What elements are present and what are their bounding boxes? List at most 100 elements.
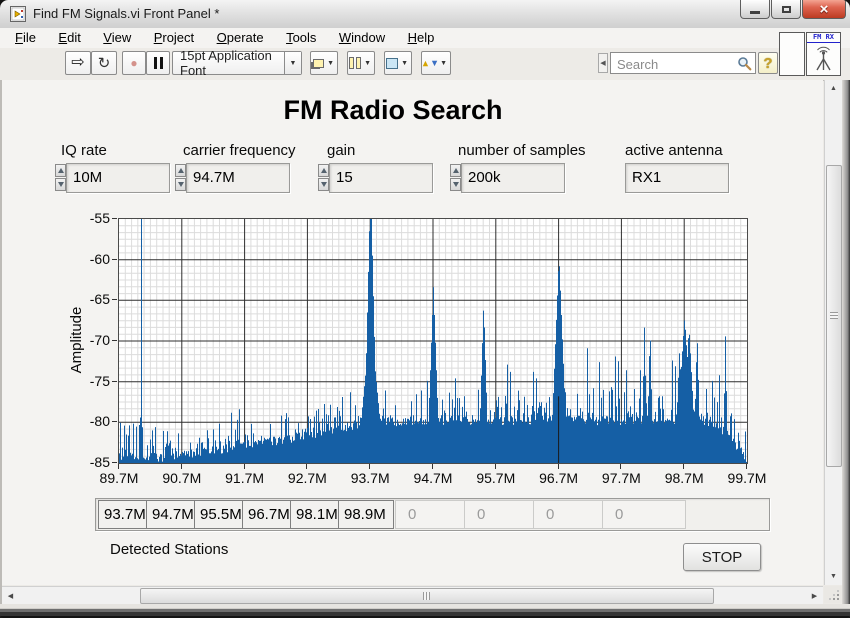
x-axis-tick-label: 97.7M <box>593 470 649 486</box>
fm-rx-antenna-icon <box>807 43 840 73</box>
decrement-button[interactable] <box>55 178 66 191</box>
decrement-button[interactable] <box>450 178 461 191</box>
x-axis-tick <box>683 464 684 469</box>
station-cell[interactable]: 98.9M <box>338 500 394 529</box>
menubar: File Edit View Project Operate Tools Win… <box>0 28 850 49</box>
x-axis-tick <box>118 464 119 469</box>
menu-item-edit[interactable]: Edit <box>49 28 89 48</box>
close-icon: × <box>820 2 829 17</box>
increment-button[interactable] <box>175 164 186 177</box>
menu-item-project[interactable]: Project <box>145 28 203 48</box>
number-of-samples-spinner <box>450 164 461 192</box>
vertical-scrollbar[interactable]: ▲ ▼ <box>824 80 842 585</box>
x-axis-tick <box>244 464 245 469</box>
page-title: FM Radio Search <box>2 95 784 126</box>
help-button[interactable]: ? <box>758 52 778 74</box>
scrollbar-grip <box>830 312 838 319</box>
menu-item-operate[interactable]: Operate <box>208 28 273 48</box>
spectrum-graph[interactable] <box>118 218 748 464</box>
titlebar[interactable]: Find FM Signals.vi Front Panel * × <box>0 0 850 29</box>
scroll-right-button[interactable]: ▶ <box>806 587 823 604</box>
search-icon[interactable] <box>737 56 752 76</box>
decrement-button[interactable] <box>175 178 186 191</box>
vertical-scrollbar-thumb[interactable] <box>826 165 842 467</box>
x-axis-tick-label: 91.7M <box>217 470 273 486</box>
font-selector[interactable]: 15pt Application Font ▼ <box>172 51 302 75</box>
menu-item-help[interactable]: Help <box>399 28 444 48</box>
y-axis-tick <box>112 421 117 422</box>
window-frame <box>0 604 850 618</box>
menu-item-file[interactable]: File <box>6 28 45 48</box>
x-axis-tick <box>369 464 370 469</box>
x-axis-tick <box>306 464 307 469</box>
caption-buttons: × <box>739 0 846 19</box>
screen: Find FM Signals.vi Front Panel * × File … <box>0 0 850 618</box>
abort-button[interactable]: ● <box>122 51 146 75</box>
number-of-samples-label: number of samples <box>458 142 586 159</box>
x-axis-tick-label: 95.7M <box>468 470 524 486</box>
x-axis-tick-label: 94.7M <box>405 470 461 486</box>
x-axis-tick <box>746 464 747 469</box>
scroll-up-button[interactable]: ▲ <box>825 80 842 97</box>
y-axis-tick <box>112 462 117 463</box>
chevron-down-icon[interactable]: ▼ <box>284 52 301 74</box>
increment-button[interactable] <box>450 164 461 177</box>
align-objects-button[interactable]: ▼ <box>310 51 338 75</box>
menu-item-window[interactable]: Window <box>330 28 394 48</box>
gain-spinner <box>318 164 329 192</box>
number-of-samples-field[interactable]: 200k <box>461 163 565 193</box>
scroll-left-button[interactable]: ◀ <box>2 587 19 604</box>
window-frame <box>0 80 2 604</box>
resize-grip[interactable] <box>824 586 842 603</box>
iq-rate-field[interactable]: 10M <box>66 163 170 193</box>
stop-button[interactable]: STOP <box>683 543 761 571</box>
horizontal-scrollbar-thumb[interactable] <box>140 588 714 604</box>
maximize-button[interactable] <box>771 0 801 19</box>
resize-objects-icon <box>386 58 398 69</box>
y-axis-tick-label: -70 <box>60 332 110 348</box>
station-cell-empty[interactable]: 0 <box>602 500 686 529</box>
search-input[interactable] <box>615 54 735 74</box>
minimize-icon <box>750 11 760 14</box>
active-antenna-field[interactable]: RX1 <box>625 163 729 193</box>
pause-button[interactable] <box>146 51 170 75</box>
vi-icon-label: FM RX <box>807 33 840 43</box>
close-button[interactable]: × <box>802 0 846 19</box>
align-objects-icon <box>313 59 324 68</box>
y-axis-tick-label: -80 <box>60 413 110 429</box>
x-axis-tick <box>181 464 182 469</box>
run-continuous-button[interactable]: ↻ <box>91 51 117 75</box>
menu-item-tools[interactable]: Tools <box>277 28 325 48</box>
vi-icon-placeholder <box>779 32 805 76</box>
increment-button[interactable] <box>55 164 66 177</box>
minimize-button[interactable] <box>740 0 770 19</box>
front-panel: FM Radio Search IQ rate carrier frequenc… <box>2 80 823 585</box>
y-axis-tick-label: -60 <box>60 251 110 267</box>
vi-icon[interactable]: FM RX <box>806 32 841 76</box>
y-axis-tick <box>112 340 117 341</box>
y-axis-tick <box>112 299 117 300</box>
gain-field[interactable]: 15 <box>329 163 433 193</box>
reorder-icon: ► <box>421 59 430 68</box>
decrement-button[interactable] <box>318 178 329 191</box>
increment-button[interactable] <box>318 164 329 177</box>
y-axis-tick <box>112 381 117 382</box>
x-axis-tick-label: 99.7M <box>719 470 775 486</box>
horizontal-scrollbar[interactable]: ◀ ▶ <box>2 586 823 604</box>
detected-stations-array: 93.7M 94.7M 95.5M 96.7M 98.1M 98.9M 0 0 … <box>95 498 770 531</box>
labview-window: Find FM Signals.vi Front Panel * × File … <box>0 0 850 618</box>
carrier-frequency-field[interactable]: 94.7M <box>186 163 290 193</box>
menu-item-view[interactable]: View <box>94 28 140 48</box>
reorder-button[interactable]: ►► ▼ <box>421 51 451 75</box>
detected-stations-label: Detected Stations <box>110 541 228 558</box>
search-box <box>610 52 756 74</box>
distribute-objects-button[interactable]: ▼ <box>347 51 375 75</box>
run-button[interactable]: ⇨ <box>65 51 91 75</box>
y-axis-tick-label: -55 <box>60 210 110 226</box>
scroll-down-button[interactable]: ▼ <box>825 568 842 585</box>
y-axis-tick-label: -75 <box>60 373 110 389</box>
x-axis-tick <box>620 464 621 469</box>
resize-objects-button[interactable]: ▼ <box>384 51 412 75</box>
x-axis-tick-label: 89.7M <box>91 470 147 486</box>
search-pane-toggle[interactable]: ◀ <box>598 53 608 73</box>
